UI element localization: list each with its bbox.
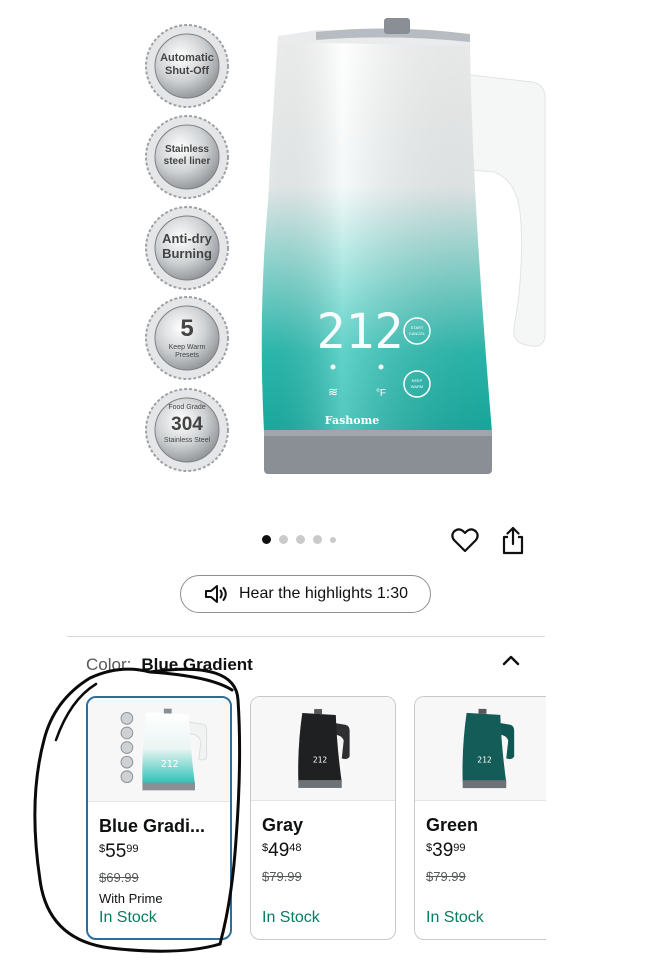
section-divider [67,636,545,637]
hear-highlights-button[interactable]: Hear the highlights 1:30 [180,575,431,613]
speaker-icon [205,585,227,603]
color-selector-label: Color: Blue Gradient [86,655,253,675]
variant-list-price: $69.99 [99,870,139,885]
svg-text:Automatic: Automatic [160,52,214,64]
share-icon[interactable] [499,525,527,555]
carousel-dot[interactable] [279,535,288,544]
variant-thumbnail: 212 [251,697,395,801]
svg-text:Anti-dry: Anti-dry [162,231,213,246]
svg-text:Presets: Presets [175,352,199,359]
image-carousel-indicator[interactable] [262,535,336,544]
svg-text:Keep Warm: Keep Warm [169,344,206,351]
color-key: Color: [86,655,132,674]
svg-text:WARM: WARM [411,384,424,389]
variant-list-price: $79.99 [426,869,466,884]
feature-badge-stainless-liner: Stainless steel liner [145,115,229,199]
variant-name: Blue Gradi... [99,816,206,836]
carousel-dot[interactable] [313,535,322,544]
heart-icon[interactable] [451,527,479,553]
variant-thumbnail: 212 [88,698,230,802]
svg-text:Shut-Off: Shut-Off [165,65,209,77]
variant-stock-status: In Stock [262,909,320,926]
variant-card-blue-gradient[interactable]: 212 Blue Gradi... $5599 $69.99 With Prim… [86,696,232,940]
feature-badge-keep-warm: 5 Keep Warm Presets [145,296,229,380]
variant-price: $4948 [262,840,302,861]
variant-price: $3999 [426,840,466,861]
carousel-dot[interactable] [296,535,305,544]
feature-badge-automatic-shutoff: Automatic Shut-Off [145,24,229,108]
svg-text:steel liner: steel liner [164,156,211,167]
carousel-dot[interactable] [330,536,336,543]
feature-badge-304-steel: Food Grade 304 Stainless Steel [145,388,229,472]
svg-text:Stainless Steel: Stainless Steel [164,437,211,444]
svg-text:≋: ≋ [328,385,338,399]
svg-text:5: 5 [180,315,193,342]
product-hero-image[interactable]: 212 START CANCEL KEEP WARM ≋ °F Fashome … [140,12,546,490]
variant-stock-status: In Stock [99,909,157,926]
svg-text:212: 212 [313,755,327,764]
variant-price: $5599 [99,841,139,862]
svg-text:Fashome: Fashome [325,414,380,427]
svg-text:212: 212 [477,755,492,764]
svg-text:Stainless: Stainless [165,144,209,155]
kettle-display-text: 212 [317,304,404,360]
hear-highlights-label: Hear the highlights 1:30 [239,585,408,602]
svg-text:CANCEL: CANCEL [409,331,426,336]
variant-stock-status: In Stock [426,909,484,926]
variant-thumbnail: 212 [415,697,546,801]
variant-name: Green [426,815,479,835]
feature-badge-anti-dry: Anti-dry Burning [145,206,229,290]
variant-list-price: $79.99 [262,869,302,884]
carousel-dot[interactable] [262,535,271,544]
variant-name: Gray [262,815,304,835]
color-value: Blue Gradient [141,655,253,674]
svg-text:°F: °F [376,388,386,399]
variant-prime-note: With Prime [99,891,163,906]
chevron-up-icon[interactable] [501,653,521,667]
variant-card-green[interactable]: 212 Green $3999 $79.99 In Stock [414,696,546,940]
svg-text:KEEP: KEEP [412,378,423,383]
svg-text:304: 304 [171,414,203,435]
svg-text:Burning: Burning [162,246,212,261]
variant-card-gray[interactable]: 212 Gray $4948 $79.99 In Stock [250,696,396,940]
svg-text:Food Grade: Food Grade [168,404,205,411]
svg-text:212: 212 [161,759,179,770]
svg-text:START: START [411,325,424,330]
